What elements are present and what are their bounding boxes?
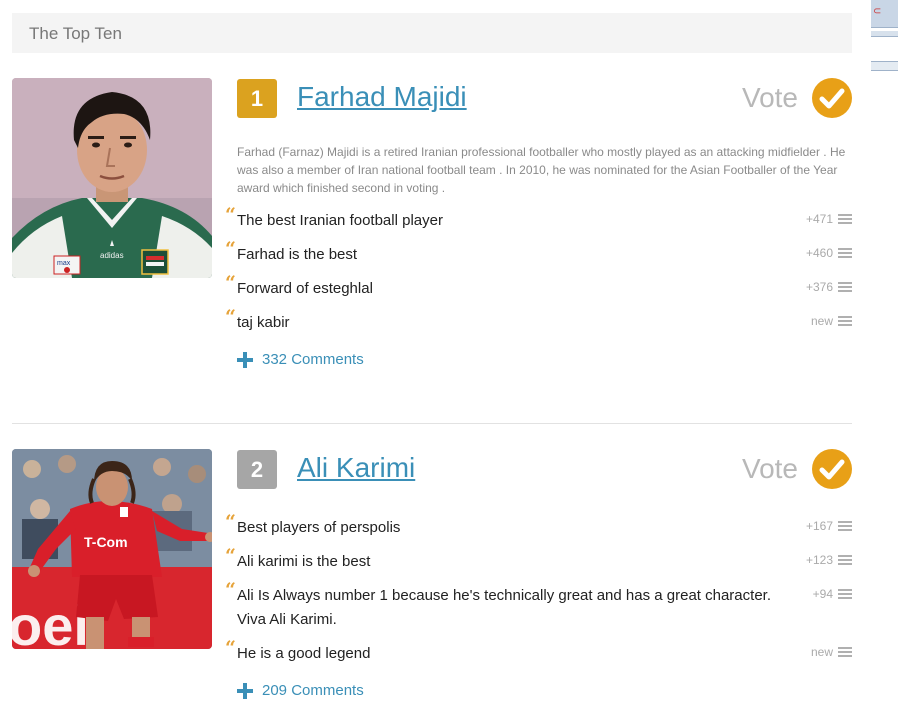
menu-icon[interactable]: [838, 282, 852, 293]
entry-divider: [12, 423, 852, 424]
menu-icon[interactable]: [838, 555, 852, 566]
reason-item: “ He is a good legend new: [225, 637, 852, 664]
vote-label[interactable]: Vote: [742, 453, 798, 485]
reason-score: +167: [805, 519, 833, 533]
reason-item: “ Ali karimi is the best +123: [225, 545, 852, 572]
player-name-link[interactable]: Ali Karimi: [297, 452, 415, 484]
side-thumbnail[interactable]: [871, 61, 898, 71]
svg-text:oel: oel: [12, 594, 89, 649]
plus-icon: [237, 683, 253, 699]
kit-brand-text: adidas: [100, 251, 124, 260]
menu-icon[interactable]: [838, 248, 852, 259]
menu-icon[interactable]: [838, 589, 852, 600]
vote-check-button[interactable]: [812, 78, 852, 118]
reason-text: Ali Is Always number 1 because he's tech…: [237, 587, 771, 628]
rank-badge: 1: [237, 79, 277, 118]
side-thumbnail[interactable]: ⊂: [871, 0, 898, 28]
reason-text: Best players of perspolis: [237, 519, 401, 536]
comments-count-label[interactable]: 209 Comments: [262, 682, 364, 699]
reason-text: Ali karimi is the best: [237, 553, 371, 570]
plus-icon: [237, 352, 253, 368]
menu-icon[interactable]: [838, 214, 852, 225]
menu-icon[interactable]: [838, 316, 852, 327]
comments-count-label[interactable]: 332 Comments: [262, 351, 364, 368]
reason-item: “ Ali Is Always number 1 because he's te…: [225, 579, 852, 632]
reason-item: “ taj kabir new: [225, 306, 852, 333]
menu-icon[interactable]: [838, 647, 852, 658]
checkmark-icon: [812, 78, 852, 118]
side-thumbnail[interactable]: [871, 31, 898, 37]
rank-badge: 2: [237, 450, 277, 489]
reason-score: new: [810, 314, 833, 328]
quote-icon: “: [225, 306, 236, 328]
quote-icon: “: [225, 511, 236, 533]
quote-icon: “: [225, 579, 236, 601]
reason-score: +376: [805, 280, 833, 294]
reason-text: Farhad is the best: [237, 246, 358, 263]
player-name-link[interactable]: Farhad Majidi: [297, 81, 467, 113]
side-thumbnail-glyph: ⊂: [873, 6, 882, 17]
player-photo[interactable]: max adidas: [12, 78, 212, 278]
reason-text: Forward of esteghlal: [237, 280, 373, 297]
reason-item: “ The best Iranian football player +471: [225, 204, 852, 231]
reason-score: new: [810, 645, 833, 659]
top-ten-entry: max adidas 1 Farhad Majidi Vote Farhad (…: [12, 78, 852, 378]
reason-text: taj kabir: [237, 314, 290, 331]
reason-item: “ Forward of esteghlal +376: [225, 272, 852, 299]
reason-text: He is a good legend: [237, 645, 371, 662]
reason-score: +460: [805, 246, 833, 260]
quote-icon: “: [225, 637, 236, 659]
checkmark-icon: [812, 449, 852, 489]
reason-score: +94: [812, 587, 833, 601]
vote-label[interactable]: Vote: [742, 82, 798, 114]
quote-icon: “: [225, 238, 236, 260]
sponsor-patch-text: max: [57, 260, 71, 267]
reason-item: “ Best players of perspolis +167: [225, 511, 852, 538]
reason-text: The best Iranian football player: [237, 212, 443, 229]
reason-item: “ Farhad is the best +460: [225, 238, 852, 265]
side-thumbnail-strip: ⊂: [871, 0, 898, 723]
section-title: The Top Ten: [29, 24, 122, 43]
top-ten-entry: oel T-Com 2 Ali Karimi Vote “ Best playe…: [12, 449, 852, 723]
quote-icon: “: [225, 204, 236, 226]
player-description: Farhad (Farnaz) Majidi is a retired Iran…: [237, 145, 846, 195]
quote-icon: “: [225, 545, 236, 567]
menu-icon[interactable]: [838, 521, 852, 532]
quote-icon: “: [225, 272, 236, 294]
vote-check-button[interactable]: [812, 449, 852, 489]
section-header: The Top Ten: [12, 13, 852, 53]
sponsor-text: T-Com: [84, 534, 128, 550]
reason-score: +471: [805, 212, 833, 226]
player-photo[interactable]: oel T-Com: [12, 449, 212, 649]
reason-score: +123: [805, 553, 833, 567]
